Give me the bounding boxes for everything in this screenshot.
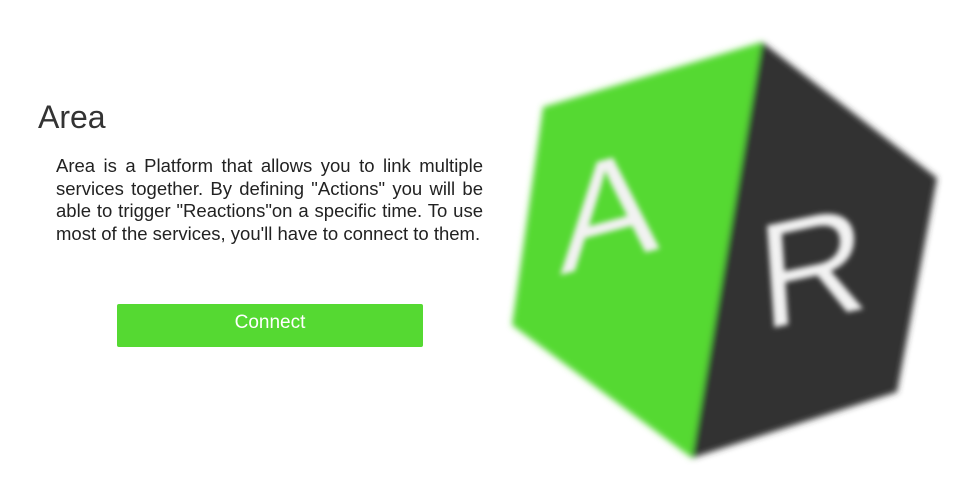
intro-panel: Area Area is a Platform that allows you …	[0, 0, 500, 504]
area-cube-logo: A R	[500, 30, 950, 470]
cube-logo-graphic: A R	[512, 42, 937, 458]
app-description: Area is a Platform that allows you to li…	[56, 155, 483, 244]
page-title: Area	[38, 99, 106, 135]
cube-letter-r: R	[753, 174, 873, 362]
cube-letter-a: A	[553, 116, 662, 308]
page: Area Area is a Platform that allows you …	[0, 0, 961, 504]
connect-button[interactable]: Connect	[117, 304, 423, 347]
